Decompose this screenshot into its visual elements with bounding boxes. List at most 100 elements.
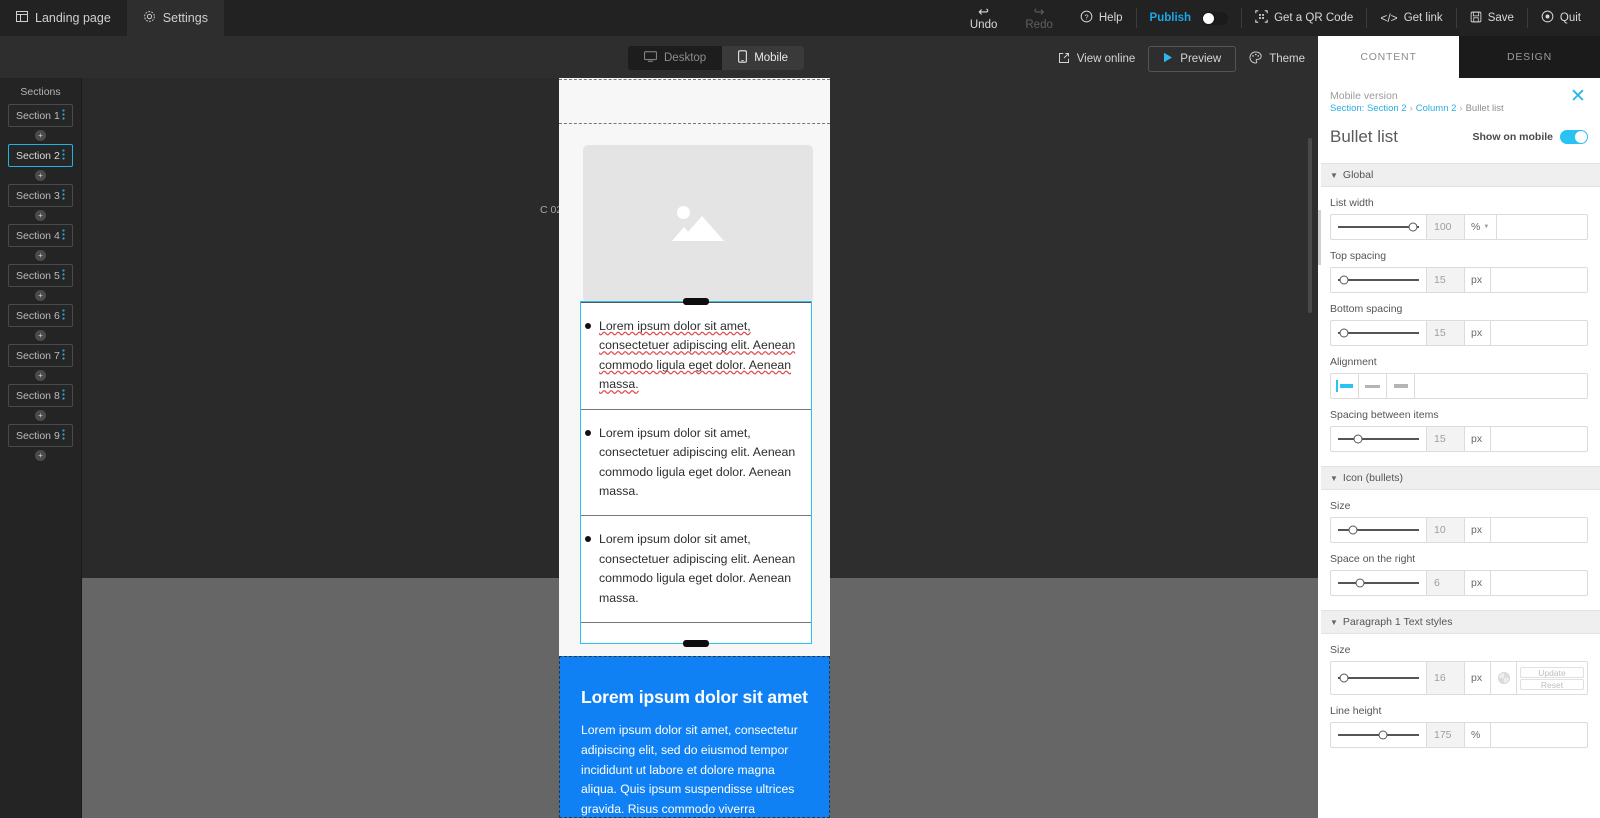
get-qr-code-button[interactable]: Get a QR Code [1242, 0, 1366, 36]
slider[interactable] [1331, 268, 1426, 292]
device-mobile-button[interactable]: Mobile [722, 46, 805, 70]
save-button[interactable]: Save [1457, 0, 1527, 36]
tab-landing-page[interactable]: Landing page [0, 0, 127, 36]
slider-thumb[interactable] [1339, 328, 1349, 338]
image-placeholder[interactable] [583, 145, 813, 303]
align-center-button[interactable] [1359, 374, 1387, 398]
resize-handle-bottom[interactable] [683, 640, 709, 647]
resize-handle-top[interactable] [683, 298, 709, 305]
show-on-mobile-control[interactable]: Show on mobile [1473, 130, 1588, 144]
sidebar-item-section-6[interactable]: Section 6 [8, 304, 73, 327]
undo-button[interactable]: ↩ Undo [956, 0, 1012, 36]
add-section-icon[interactable]: + [35, 210, 46, 221]
value-input[interactable]: 6 [1426, 571, 1464, 595]
sidebar-item-section-4[interactable]: Section 4 [8, 224, 73, 247]
show-on-mobile-toggle[interactable] [1560, 130, 1588, 144]
breadcrumb-column[interactable]: Column 2 [1416, 103, 1457, 114]
section-menu-icon[interactable] [62, 349, 65, 362]
sidebar-item-section-3[interactable]: Section 3 [8, 184, 73, 207]
add-section-icon[interactable]: + [35, 450, 46, 461]
value-input[interactable]: 15 [1426, 268, 1464, 292]
sidebar-item-section-2[interactable]: Section 2 [8, 144, 73, 167]
slider[interactable] [1331, 321, 1426, 345]
slider-thumb[interactable] [1339, 275, 1349, 285]
slider-thumb[interactable] [1355, 578, 1365, 588]
slider[interactable] [1331, 571, 1426, 595]
slider[interactable] [1331, 215, 1426, 239]
sidebar-item-section-1[interactable]: Section 1 [8, 104, 73, 127]
canvas-scrollbar[interactable] [1308, 138, 1312, 313]
value-input[interactable]: 10 [1426, 518, 1464, 542]
breadcrumb-section[interactable]: Section: Section 2 [1330, 103, 1407, 114]
align-left-button[interactable] [1331, 374, 1359, 398]
add-section-icon[interactable]: + [35, 370, 46, 381]
slider-thumb[interactable] [1378, 730, 1388, 740]
slider-thumb[interactable] [1339, 673, 1349, 683]
align-right-button[interactable] [1387, 374, 1415, 398]
redo-button[interactable]: ↪ Redo [1011, 0, 1067, 36]
unit-selector[interactable]: % ▼ [1464, 215, 1496, 239]
publish-control[interactable]: Publish [1137, 0, 1242, 36]
slider-thumb[interactable] [1348, 525, 1358, 535]
get-link-button[interactable]: </> Get link [1367, 0, 1455, 36]
slider-thumb[interactable] [1353, 434, 1363, 444]
unit-selector[interactable]: px [1464, 268, 1490, 292]
slider[interactable] [1331, 723, 1426, 747]
reset-button[interactable]: Reset [1520, 678, 1584, 690]
device-desktop-button[interactable]: Desktop [628, 46, 722, 70]
bullet-list-item[interactable]: Lorem ipsum dolor sit amet, consectetuer… [581, 516, 811, 624]
unit-selector[interactable]: px [1464, 518, 1490, 542]
add-section-icon[interactable]: + [35, 250, 46, 261]
section-menu-icon[interactable] [62, 389, 65, 402]
sidebar-item-section-9[interactable]: Section 9 [8, 424, 73, 447]
add-section-icon[interactable]: + [35, 290, 46, 301]
color-swatch-button[interactable] [1490, 662, 1516, 694]
close-icon[interactable]: ✕ [1570, 87, 1588, 106]
section-menu-icon[interactable] [62, 229, 65, 242]
unit-selector[interactable]: % [1464, 723, 1490, 747]
preview-button[interactable]: Preview [1148, 46, 1237, 72]
bullet-list-item[interactable]: Lorem ipsum dolor sit amet, consectetuer… [581, 302, 811, 410]
blue-section[interactable]: Lorem ipsum dolor sit amet Lorem ipsum d… [559, 656, 830, 818]
bullet-list-widget[interactable]: Lorem ipsum dolor sit amet, consectetuer… [580, 298, 812, 647]
theme-button[interactable]: Theme [1236, 47, 1318, 72]
section-menu-icon[interactable] [62, 309, 65, 322]
help-button[interactable]: ? Help [1067, 0, 1136, 36]
bullet-list-item[interactable]: Lorem ipsum dolor sit amet, consectetuer… [581, 410, 811, 517]
section-menu-icon[interactable] [62, 149, 65, 162]
quit-button[interactable]: Quit [1528, 0, 1594, 36]
slider[interactable] [1331, 427, 1426, 451]
slider-thumb[interactable] [1408, 222, 1418, 232]
value-input[interactable]: 100 [1426, 215, 1464, 239]
slider[interactable] [1331, 518, 1426, 542]
section-menu-icon[interactable] [62, 429, 65, 442]
unit-selector[interactable]: px [1464, 321, 1490, 345]
slider[interactable] [1331, 662, 1426, 694]
add-section-icon[interactable]: + [35, 170, 46, 181]
sidebar-item-section-7[interactable]: Section 7 [8, 344, 73, 367]
group-header-paragraph-1-text-styles[interactable]: ▼ Paragraph 1 Text styles [1318, 610, 1600, 634]
unit-selector[interactable]: px [1464, 662, 1490, 694]
section-menu-icon[interactable] [62, 269, 65, 282]
sidebar-item-section-5[interactable]: Section 5 [8, 264, 73, 287]
add-section-icon[interactable]: + [35, 330, 46, 341]
view-online-button[interactable]: View online [1045, 47, 1149, 72]
tab-design[interactable]: DESIGN [1459, 36, 1600, 78]
tab-content[interactable]: CONTENT [1318, 36, 1459, 78]
add-section-icon[interactable]: + [35, 130, 46, 141]
value-input[interactable]: 15 [1426, 321, 1464, 345]
section-menu-icon[interactable] [62, 189, 65, 202]
value-input[interactable]: 16 [1426, 662, 1464, 694]
sidebar-item-section-8[interactable]: Section 8 [8, 384, 73, 407]
section-menu-icon[interactable] [62, 109, 65, 122]
group-header-icon-bullets-[interactable]: ▼ Icon (bullets) [1318, 466, 1600, 490]
value-input[interactable]: 15 [1426, 427, 1464, 451]
publish-toggle[interactable] [1202, 11, 1229, 25]
group-header-global[interactable]: ▼ Global [1318, 163, 1600, 187]
add-section-icon[interactable]: + [35, 410, 46, 421]
unit-selector[interactable]: px [1464, 427, 1490, 451]
tab-settings[interactable]: Settings [126, 0, 224, 36]
unit-selector[interactable]: px [1464, 571, 1490, 595]
value-input[interactable]: 175 [1426, 723, 1464, 747]
update-button[interactable]: Update [1520, 666, 1584, 678]
